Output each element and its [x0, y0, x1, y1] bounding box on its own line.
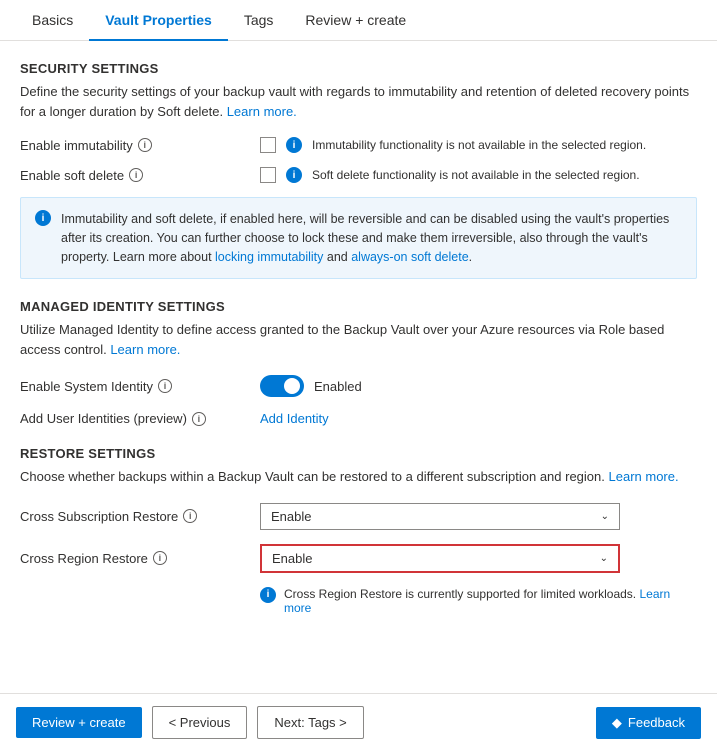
system-identity-help-icon[interactable]: i: [158, 379, 172, 393]
cross-region-help-icon[interactable]: i: [153, 551, 167, 565]
immutability-info-icon: i: [286, 137, 302, 153]
cross-subscription-chevron-icon: ⌄: [601, 511, 609, 522]
add-user-identities-control: Add Identity: [260, 411, 329, 426]
soft-delete-info-icon: i: [286, 167, 302, 183]
cross-region-note-icon: i: [260, 587, 276, 603]
cross-subscription-select[interactable]: Enable ⌄: [260, 503, 620, 530]
security-learn-more-link[interactable]: Learn more.: [227, 104, 297, 119]
cross-region-select[interactable]: Enable ⌄: [260, 544, 620, 573]
enable-immutability-help-icon[interactable]: i: [138, 138, 152, 152]
cross-region-row: Cross Region Restore i Enable ⌄: [20, 544, 697, 573]
cross-region-chevron-icon: ⌄: [600, 553, 608, 564]
cross-subscription-row: Cross Subscription Restore i Enable ⌄: [20, 503, 697, 530]
enable-system-identity-label: Enable System Identity i: [20, 379, 260, 394]
cross-region-control: Enable ⌄: [260, 544, 620, 573]
info-box-icon: i: [35, 210, 51, 226]
next-tags-button[interactable]: Next: Tags >: [257, 706, 363, 739]
managed-identity-heading: MANAGED IDENTITY SETTINGS: [20, 299, 697, 314]
bottom-bar: Review + create < Previous Next: Tags > …: [0, 693, 717, 751]
review-create-button[interactable]: Review + create: [16, 707, 142, 738]
enable-soft-delete-label: Enable soft delete i: [20, 168, 260, 183]
tab-bar: Basics Vault Properties Tags Review + cr…: [0, 0, 717, 41]
cross-subscription-control: Enable ⌄: [260, 503, 620, 530]
enable-soft-delete-checkbox[interactable]: [260, 167, 276, 183]
previous-button[interactable]: < Previous: [152, 706, 248, 739]
security-settings-section: SECURITY SETTINGS Define the security se…: [20, 61, 697, 279]
enable-system-identity-row: Enable System Identity i Enabled: [20, 375, 697, 397]
security-info-box: i Immutability and soft delete, if enabl…: [20, 197, 697, 279]
restore-learn-more-link[interactable]: Learn more.: [609, 469, 679, 484]
restore-settings-desc: Choose whether backups within a Backup V…: [20, 467, 697, 487]
enable-immutability-row: Enable immutability i i Immutability fun…: [20, 137, 697, 153]
cross-region-label: Cross Region Restore i: [20, 551, 260, 566]
feedback-icon: ◆: [612, 715, 622, 731]
enable-system-identity-control: Enabled: [260, 375, 362, 397]
tab-basics[interactable]: Basics: [16, 0, 89, 40]
main-content: SECURITY SETTINGS Define the security se…: [0, 41, 717, 715]
enable-immutability-label: Enable immutability i: [20, 138, 260, 153]
managed-identity-learn-more-link[interactable]: Learn more.: [110, 342, 180, 357]
cross-subscription-help-icon[interactable]: i: [183, 509, 197, 523]
security-settings-heading: SECURITY SETTINGS: [20, 61, 697, 76]
system-identity-toggle[interactable]: [260, 375, 304, 397]
managed-identity-desc: Utilize Managed Identity to define acces…: [20, 320, 697, 359]
managed-identity-section: MANAGED IDENTITY SETTINGS Utilize Manage…: [20, 299, 697, 426]
enable-immutability-checkbox[interactable]: [260, 137, 276, 153]
tab-review-create[interactable]: Review + create: [289, 0, 422, 40]
always-on-soft-delete-link[interactable]: always-on soft delete: [351, 250, 468, 264]
add-identity-link[interactable]: Add Identity: [260, 411, 329, 426]
tab-tags[interactable]: Tags: [228, 0, 290, 40]
enable-soft-delete-help-icon[interactable]: i: [129, 168, 143, 182]
tab-vault-properties[interactable]: Vault Properties: [89, 0, 228, 40]
cross-region-info-note: i Cross Region Restore is currently supp…: [260, 587, 697, 615]
restore-settings-section: RESTORE SETTINGS Choose whether backups …: [20, 446, 697, 615]
enable-soft-delete-row: Enable soft delete i i Soft delete funct…: [20, 167, 697, 183]
add-user-identities-row: Add User Identities (preview) i Add Iden…: [20, 411, 697, 426]
user-identities-help-icon[interactable]: i: [192, 412, 206, 426]
feedback-button[interactable]: ◆ Feedback: [596, 707, 701, 739]
add-user-identities-label: Add User Identities (preview) i: [20, 411, 260, 426]
enable-soft-delete-control: i Soft delete functionality is not avail…: [260, 167, 640, 183]
locking-immutability-link[interactable]: locking immutability: [215, 250, 323, 264]
security-settings-desc: Define the security settings of your bac…: [20, 82, 697, 121]
enable-immutability-control: i Immutability functionality is not avai…: [260, 137, 646, 153]
restore-settings-heading: RESTORE SETTINGS: [20, 446, 697, 461]
cross-subscription-label: Cross Subscription Restore i: [20, 509, 260, 524]
